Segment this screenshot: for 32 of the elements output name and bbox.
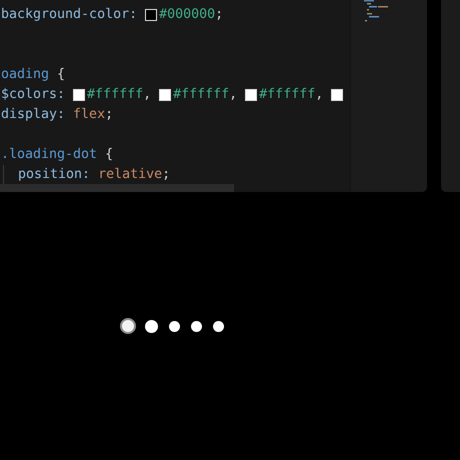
code-hex: #ffffff [87,86,144,104]
code-selector: .loading-dot [1,146,98,164]
color-swatch[interactable] [73,89,86,101]
color-swatch[interactable] [145,9,158,21]
color-swatch[interactable] [159,89,172,101]
code-value: flex [73,106,106,124]
code-punctuation: , [229,86,238,104]
code-property: display: [1,106,66,124]
code-editor[interactable]: background-color: #000000; oading { $colors: #ffffff, #ffffff, #ffffff, display: flex; .loading-dot { position: relative; [0,0,350,192]
code-selector: oading [1,66,50,84]
code-property: position: [18,166,90,184]
code-punctuation: ; [215,6,224,24]
code-punctuation: ; [105,106,114,124]
loading-dot [191,320,202,332]
code-punctuation: , [315,86,324,104]
code-property: $colors: [1,86,66,104]
code-property: background-color: [1,6,138,24]
loading-dot [120,318,136,334]
code-punctuation: { [104,146,114,164]
color-swatch[interactable] [331,89,344,101]
code-hex: #000000 [159,6,216,24]
code-punctuation: ; [162,166,170,184]
color-swatch[interactable] [245,89,258,101]
loading-dot [145,320,158,332]
code-punctuation: , [143,86,152,104]
code-hex: #ffffff [173,86,230,104]
code-value: relative [98,166,162,184]
code-punctuation: { [56,66,66,84]
code-hex: #ffffff [259,86,316,104]
loading-dot [213,320,224,332]
loading-dot [169,320,180,332]
minimap-drawing [362,0,390,24]
